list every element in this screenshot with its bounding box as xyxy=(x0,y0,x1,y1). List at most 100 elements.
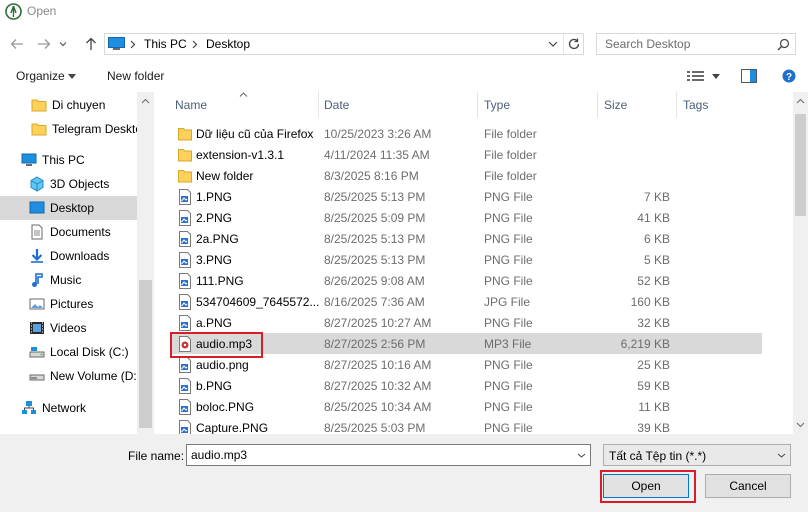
scroll-up-icon[interactable] xyxy=(141,98,150,104)
file-row[interactable]: 2.PNG 8/25/2025 5:09 PM PNG File 41 KB xyxy=(172,207,762,228)
organize-menu-button[interactable]: Organize xyxy=(16,69,65,83)
scroll-down-icon[interactable] xyxy=(796,422,805,428)
file-type: JPG File xyxy=(484,295,531,309)
search-icon[interactable] xyxy=(777,38,790,51)
recent-locations-button[interactable] xyxy=(56,33,70,55)
file-type-filter[interactable]: Tất cả Tệp tin (*.*) xyxy=(603,444,791,466)
window-title: Open xyxy=(27,4,57,18)
column-divider[interactable] xyxy=(318,92,319,118)
breadcrumb-this-pc[interactable]: This PC xyxy=(144,37,187,51)
nav-item-3d-objects[interactable]: 3D Objects xyxy=(0,172,137,196)
file-row[interactable]: boloc.PNG 8/25/2025 10:34 AM PNG File 11 KB xyxy=(172,396,762,417)
file-size: 25 KB xyxy=(637,358,670,372)
nav-item-di-chuyen[interactable]: Di chuyen xyxy=(0,93,137,117)
up-button[interactable] xyxy=(80,33,102,55)
navigation-pane: Di chuyen Telegram Desktop This PC 3D Ob… xyxy=(0,92,154,434)
nav-item-music[interactable]: Music xyxy=(0,268,137,292)
address-bar[interactable]: This PC Desktop xyxy=(104,33,584,55)
file-row[interactable]: 3.PNG 8/25/2025 5:13 PM PNG File 5 KB xyxy=(172,249,762,270)
file-type: File folder xyxy=(484,148,537,162)
file-date: 8/25/2025 10:34 AM xyxy=(324,400,432,414)
nav-item-this-pc[interactable]: This PC xyxy=(0,148,137,172)
file-row[interactable]: b.PNG 8/27/2025 10:32 AM PNG File 59 KB xyxy=(172,375,762,396)
image-file-icon xyxy=(179,231,191,247)
nav-item-telegram-desktop[interactable]: Telegram Desktop xyxy=(0,117,137,141)
file-name-input[interactable]: audio.mp3 xyxy=(186,444,591,466)
file-name: 111.PNG xyxy=(196,274,244,288)
file-row[interactable]: extension-v1.3.1 4/11/2024 11:35 AM File f… xyxy=(172,144,762,165)
file-date: 8/25/2025 5:03 PM xyxy=(324,421,426,434)
new-folder-button[interactable]: New folder xyxy=(107,69,164,83)
chevron-down-icon xyxy=(59,42,67,47)
file-row[interactable]: a.PNG 8/27/2025 10:27 AM PNG File 32 KB xyxy=(172,312,762,333)
file-row[interactable]: 2a.PNG 8/25/2025 5:13 PM PNG File 6 KB xyxy=(172,228,762,249)
image-file-icon xyxy=(179,294,191,310)
drive-icon xyxy=(29,374,45,381)
local-disk-icon xyxy=(29,347,45,358)
search-box[interactable]: Search Desktop xyxy=(596,33,796,55)
column-divider[interactable] xyxy=(597,92,598,118)
file-date: 8/26/2025 9:08 AM xyxy=(324,274,425,288)
file-size: 11 KB xyxy=(638,400,670,414)
chevron-down-icon[interactable] xyxy=(548,41,558,47)
cancel-button[interactable]: Cancel xyxy=(705,474,791,498)
file-size: 59 KB xyxy=(637,379,670,393)
file-type: PNG File xyxy=(484,358,533,372)
preview-pane-icon[interactable] xyxy=(741,69,757,83)
caret-down-icon[interactable] xyxy=(712,74,720,79)
file-name-value: audio.mp3 xyxy=(191,448,248,462)
column-divider[interactable] xyxy=(477,92,478,118)
help-icon[interactable]: ? xyxy=(782,69,796,83)
nav-item-documents[interactable]: Documents xyxy=(0,220,137,244)
folder-icon xyxy=(178,170,192,183)
file-type: File folder xyxy=(484,127,537,141)
folder-icon xyxy=(178,149,192,162)
pictures-icon xyxy=(29,298,45,310)
file-type: PNG File xyxy=(484,232,533,246)
file-date: 8/3/2025 8:16 PM xyxy=(324,169,419,183)
view-options-icon[interactable] xyxy=(687,70,705,82)
documents-icon xyxy=(31,224,43,240)
file-row[interactable]: 1.PNG 8/25/2025 5:13 PM PNG File 7 KB xyxy=(172,186,762,207)
column-header-name[interactable]: Name xyxy=(175,98,207,112)
file-row[interactable]: New folder 8/3/2025 8:16 PM File folder xyxy=(172,165,762,186)
column-header-tags[interactable]: Tags xyxy=(683,98,708,112)
this-pc-icon xyxy=(21,153,37,166)
nav-item-local-disk[interactable]: Local Disk (C:) xyxy=(0,340,137,364)
nav-item-downloads[interactable]: Downloads xyxy=(0,244,137,268)
list-scroll-thumb[interactable] xyxy=(795,114,806,216)
file-type: MP3 File xyxy=(484,337,532,351)
nav-item-network[interactable]: Network xyxy=(0,396,137,420)
nav-item-pictures[interactable]: Pictures xyxy=(0,292,137,316)
refresh-icon[interactable] xyxy=(567,37,581,51)
chevron-right-icon xyxy=(192,40,198,49)
back-button[interactable] xyxy=(6,33,28,55)
highlight-box-open xyxy=(600,470,696,503)
file-type: PNG File xyxy=(484,274,533,288)
file-date: 8/27/2025 10:27 AM xyxy=(324,316,432,330)
file-row[interactable]: Dữ liệu cũ của Firefox 10/25/2023 3:26 AM… xyxy=(172,123,762,144)
column-header-date[interactable]: Date xyxy=(324,98,349,112)
nav-scroll-thumb[interactable] xyxy=(139,280,152,428)
column-divider[interactable] xyxy=(676,92,677,118)
chevron-down-icon[interactable] xyxy=(577,453,586,458)
file-size: 41 KB xyxy=(637,211,670,225)
file-row[interactable]: 534704609_7645572... 8/16/2025 7:36 AM JPG… xyxy=(172,291,762,312)
file-row[interactable]: 111.PNG 8/26/2025 9:08 AM PNG File 52 KB xyxy=(172,270,762,291)
column-header-row: Name Date Type Size Tags xyxy=(157,92,793,119)
forward-button[interactable] xyxy=(33,33,55,55)
file-size: 7 KB xyxy=(643,190,670,204)
nav-item-desktop[interactable]: Desktop xyxy=(0,196,137,220)
folder-icon xyxy=(31,99,47,112)
file-row[interactable]: Capture.PNG 8/25/2025 5:03 PM PNG File 39 K… xyxy=(172,417,762,434)
column-header-size[interactable]: Size xyxy=(604,98,627,112)
file-date: 8/25/2025 5:13 PM xyxy=(324,253,426,267)
file-type: PNG File xyxy=(484,400,533,414)
app-logo-icon xyxy=(5,3,22,20)
nav-item-new-volume[interactable]: New Volume (D:) xyxy=(0,364,137,388)
search-input[interactable]: Search Desktop xyxy=(605,37,690,51)
column-header-type[interactable]: Type xyxy=(484,98,510,112)
breadcrumb-desktop[interactable]: Desktop xyxy=(206,37,250,51)
nav-item-videos[interactable]: Videos xyxy=(0,316,137,340)
scroll-up-icon[interactable] xyxy=(796,98,805,104)
